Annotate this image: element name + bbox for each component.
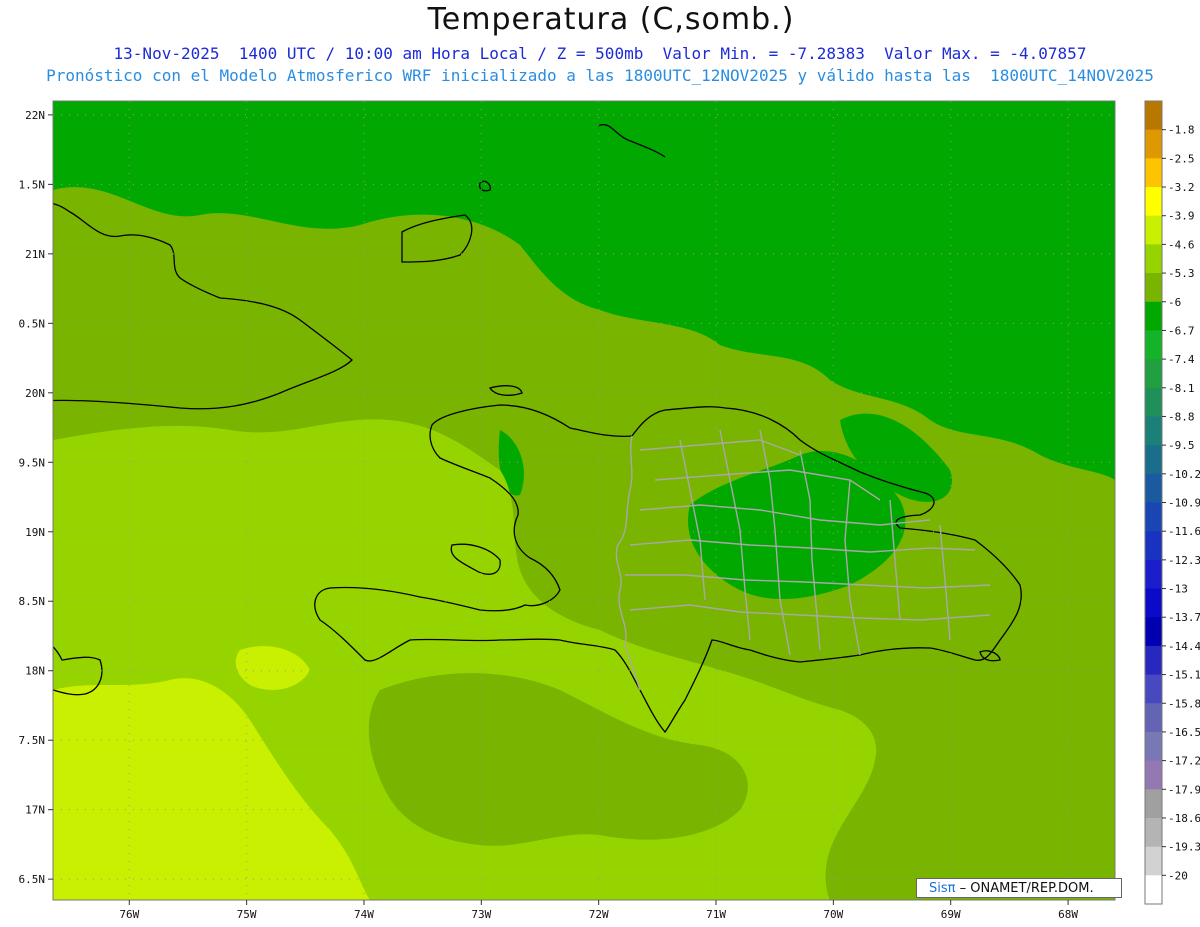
lat-tick-label: 22N [25, 109, 45, 122]
colorbar-label: -10.9 [1168, 497, 1200, 510]
colorbar-swatch [1145, 473, 1162, 503]
colorbar-label: -13.7 [1168, 611, 1200, 624]
lat-tick-label: 9.5N [19, 456, 46, 469]
colorbar-swatch [1145, 359, 1162, 389]
colorbar-swatch [1145, 244, 1162, 274]
colorbar-swatch [1145, 531, 1162, 561]
temperature-map: 22N 1.5N 21N 0.5N 20N 9.5N 19N 8.5N 18N 7.5N 17N 6.… [19, 100, 1200, 921]
lon-tick-label: 72W [589, 908, 609, 921]
colorbar-label: -15.8 [1168, 697, 1200, 710]
lat-tick-label: 19N [25, 526, 45, 539]
colorbar-label: -18.6 [1168, 812, 1200, 825]
lon-tick-label: 70W [823, 908, 843, 921]
credit-box: Sisπ – ONAMET/REP.DOM. [916, 878, 1122, 898]
colorbar-swatch [1145, 789, 1162, 819]
temperature-shading [53, 101, 1115, 900]
lon-tick-label: 71W [706, 908, 726, 921]
lat-tick-label: 20N [25, 387, 45, 400]
colorbar-swatch [1145, 187, 1162, 217]
lat-tick-label: 21N [25, 248, 45, 261]
colorbar-label: -16.5 [1168, 726, 1200, 739]
colorbar-label: -10.2 [1168, 468, 1200, 481]
colorbar-swatch [1145, 817, 1162, 848]
lat-tick-label: 8.5N [19, 595, 46, 608]
colorbar-label: -6.7 [1168, 324, 1195, 337]
colorbar-swatch [1145, 559, 1162, 590]
lon-tick-label: 75W [237, 908, 257, 921]
lon-tick-label: 69W [941, 908, 961, 921]
colorbar-swatch [1145, 760, 1162, 790]
colorbar-swatch [1145, 129, 1162, 159]
lat-tick-label: 1.5N [19, 178, 46, 191]
colorbar-label: -20 [1168, 869, 1188, 882]
colorbar-label: -3.9 [1168, 210, 1195, 223]
colorbar-label: -15.1 [1168, 669, 1200, 682]
colorbar-swatch [1145, 674, 1162, 704]
lat-tick-label: 18N [25, 665, 45, 678]
colorbar-swatch [1145, 330, 1162, 360]
lon-tick-label: 74W [354, 908, 374, 921]
lat-tick-label: 0.5N [19, 317, 46, 330]
colorbar-swatch [1145, 502, 1162, 532]
lat-axis: 22N 1.5N 21N 0.5N 20N 9.5N 19N 8.5N 18N 7.5N 17N 6.… [19, 109, 53, 886]
colorbar-label: -17.2 [1168, 755, 1200, 768]
colorbar-label: -6 [1168, 296, 1181, 309]
colorbar-swatch [1145, 617, 1162, 647]
colorbar-label: -9.5 [1168, 439, 1195, 452]
lon-tick-label: 68W [1058, 908, 1078, 921]
lon-tick-label: 73W [471, 908, 491, 921]
colorbar-label: -8.1 [1168, 382, 1195, 395]
colorbar: -1.8 -2.5 -3.2 -3.9 -4.6 -5.3 -6 -6.7 -7.4 -8.1 -8… [1144, 100, 1200, 905]
lat-tick-label: 7.5N [19, 734, 46, 747]
lon-tick-label: 76W [119, 908, 139, 921]
colorbar-swatch [1145, 445, 1162, 475]
credit-brand: Sisπ [929, 881, 956, 896]
colorbar-swatch [1145, 416, 1162, 446]
lat-tick-label: 6.5N [19, 873, 46, 886]
colorbar-swatch [1145, 703, 1162, 733]
credit-text: – ONAMET/REP.DOM. [955, 881, 1094, 896]
colorbar-label: -13 [1168, 583, 1188, 596]
lon-axis: 76W 75W 74W 73W 72W 71W 70W 69W 68W [119, 900, 1078, 921]
colorbar-swatch [1145, 588, 1162, 618]
colorbar-label: -3.2 [1168, 181, 1195, 194]
colorbar-label: -14.4 [1168, 640, 1200, 653]
colorbar-swatch [1145, 875, 1162, 905]
colorbar-swatch [1145, 101, 1162, 131]
colorbar-label: -19.3 [1168, 841, 1200, 854]
colorbar-label: -4.6 [1168, 238, 1195, 251]
colorbar-label: -17.9 [1168, 783, 1200, 796]
colorbar-swatch [1145, 387, 1162, 417]
colorbar-label: -8.8 [1168, 410, 1195, 423]
colorbar-label: -2.5 [1168, 152, 1195, 165]
colorbar-swatch [1145, 301, 1162, 331]
colorbar-swatch [1145, 158, 1162, 188]
colorbar-swatch [1145, 846, 1162, 876]
colorbar-swatch [1145, 731, 1162, 762]
colorbar-swatch [1145, 645, 1162, 676]
colorbar-label: -11.6 [1168, 525, 1200, 538]
colorbar-label: -12.3 [1168, 554, 1200, 567]
colorbar-label: -5.3 [1168, 267, 1195, 280]
colorbar-label: -7.4 [1168, 353, 1195, 366]
lat-tick-label: 17N [25, 804, 45, 817]
colorbar-swatch [1145, 273, 1162, 303]
colorbar-label: -1.8 [1168, 124, 1195, 137]
colorbar-swatch [1145, 215, 1162, 245]
